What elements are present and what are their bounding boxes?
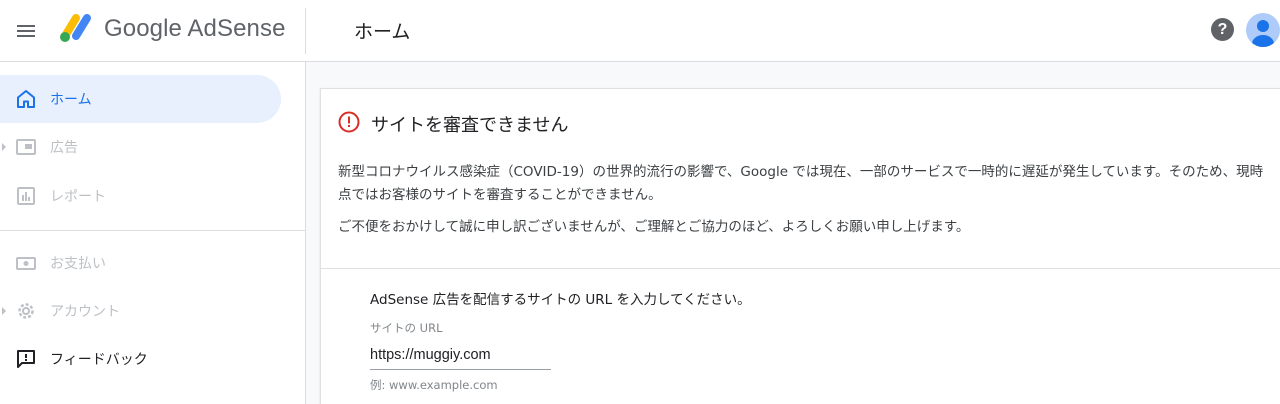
covid-delay-message: 新型コロナウイルス感染症（COVID-19）の世界的流行の影響で、Google … xyxy=(338,164,1264,203)
feedback-icon xyxy=(14,347,38,371)
sidebar-item-label: 広告 xyxy=(50,140,78,156)
account-avatar-icon[interactable] xyxy=(1246,13,1280,47)
home-icon xyxy=(14,87,38,111)
expand-caret-icon xyxy=(2,307,6,315)
site-review-card: サイトを審査できません 新型コロナウイルス感染症（COVID-19）の世界的流行… xyxy=(320,88,1280,404)
sidebar-item-payments[interactable]: お支払い xyxy=(0,239,281,287)
expand-caret-icon xyxy=(2,143,6,151)
site-url-hint: 例: www.example.com xyxy=(370,378,498,392)
help-icon[interactable]: ? xyxy=(1211,18,1234,41)
apology-message: ご不便をおかけして誠に申し訳ございませんが、ご理解とご協力のほど、よろしくお願い… xyxy=(338,219,970,235)
sidebar-divider xyxy=(0,230,306,231)
error-alert-icon xyxy=(338,111,360,133)
adsense-logo-icon[interactable] xyxy=(57,12,95,44)
card-divider xyxy=(321,268,1280,269)
sidebar-item-ads[interactable]: 広告 xyxy=(0,123,281,171)
sidebar-nav: ホーム 広告 レポート お支払い アカウント フィードバック xyxy=(0,62,306,404)
payments-icon xyxy=(14,251,38,275)
brand-name[interactable]: Google AdSense xyxy=(104,15,286,43)
page-title: ホーム xyxy=(354,21,411,43)
top-app-bar: Google AdSense ホーム ? xyxy=(0,0,1280,62)
sidebar-item-label: ホーム xyxy=(50,92,92,108)
report-icon xyxy=(14,184,38,208)
site-url-label: サイトの URL xyxy=(370,321,443,335)
sidebar-item-label: アカウント xyxy=(50,304,120,320)
sidebar-item-reports[interactable]: レポート xyxy=(0,172,281,220)
sidebar-item-feedback[interactable]: フィードバック xyxy=(0,335,281,383)
gear-icon xyxy=(14,299,38,323)
url-prompt: AdSense 広告を配信するサイトの URL を入力してください。 xyxy=(370,292,751,308)
menu-icon[interactable] xyxy=(14,19,38,43)
card-title: サイトを審査できません xyxy=(371,115,569,136)
topbar-divider xyxy=(305,8,306,54)
sidebar-item-label: レポート xyxy=(50,189,106,205)
ads-icon xyxy=(14,135,38,159)
sidebar-item-home[interactable]: ホーム xyxy=(0,75,281,123)
sidebar-item-account[interactable]: アカウント xyxy=(0,287,281,335)
sidebar-item-label: フィードバック xyxy=(50,352,148,368)
site-url-input[interactable] xyxy=(370,340,551,370)
sidebar-item-label: お支払い xyxy=(50,256,106,272)
